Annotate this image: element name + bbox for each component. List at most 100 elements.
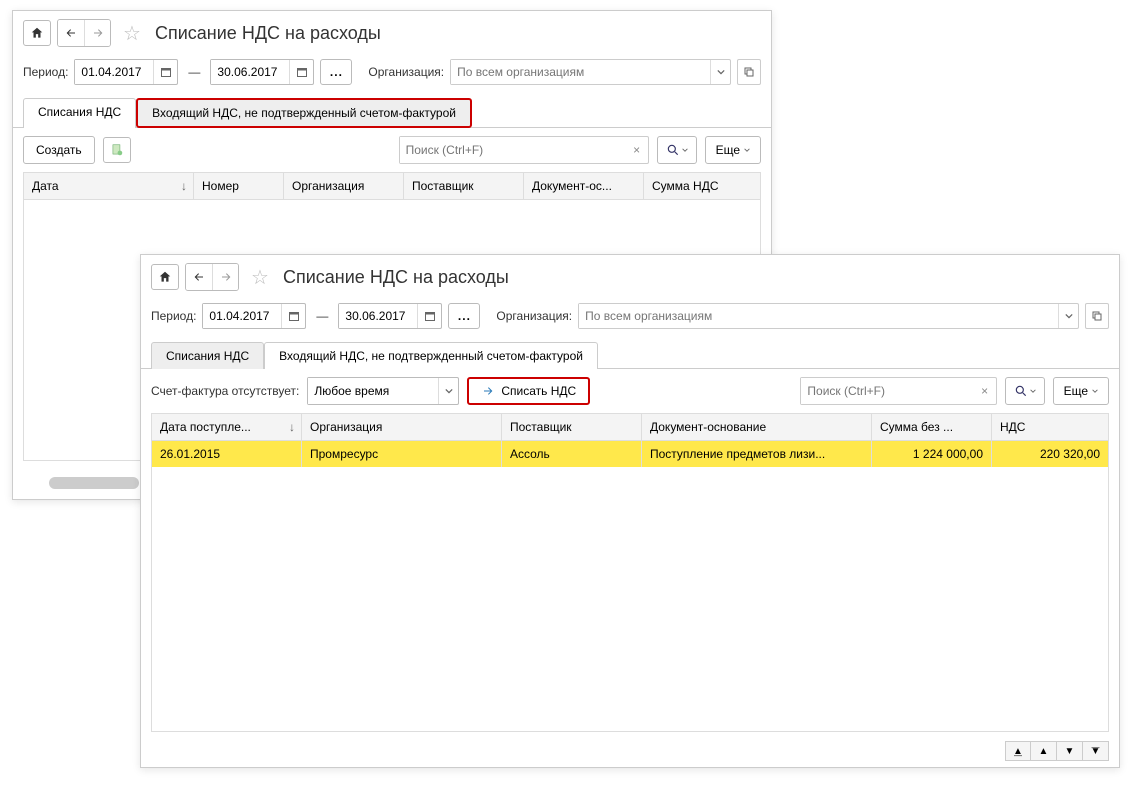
col-vat[interactable]: Сумма НДС xyxy=(644,173,760,199)
calendar-button[interactable] xyxy=(153,60,177,84)
scroll-first-button[interactable]: ▲— xyxy=(1005,741,1031,761)
sf-select[interactable] xyxy=(307,377,459,405)
tab-writeoffs[interactable]: Списания НДС xyxy=(151,342,264,369)
h-scrollbar[interactable] xyxy=(49,477,131,489)
calendar-icon xyxy=(424,310,436,322)
col-supplier[interactable]: Поставщик xyxy=(404,173,524,199)
scroll-thumb[interactable] xyxy=(49,477,139,489)
search-box[interactable]: × xyxy=(399,136,649,164)
period-label: Период: xyxy=(151,309,196,323)
arrow-left-icon xyxy=(64,27,78,39)
search-clear-button[interactable]: × xyxy=(974,384,996,398)
search-box[interactable]: × xyxy=(800,377,996,405)
org-dropdown-button[interactable] xyxy=(1058,304,1078,328)
calendar-button[interactable] xyxy=(281,304,305,328)
org-dropdown-button[interactable] xyxy=(710,60,730,84)
col-org[interactable]: Организация xyxy=(302,414,502,440)
period-more-button[interactable]: ... xyxy=(320,59,352,85)
calendar-icon xyxy=(288,310,300,322)
table-header-row: Дата↓ Номер Организация Поставщик Докуме… xyxy=(24,173,760,200)
nav-back-button[interactable] xyxy=(186,264,212,290)
find-button[interactable] xyxy=(1005,377,1045,405)
home-button[interactable] xyxy=(151,264,179,290)
chevron-down-icon xyxy=(682,147,688,153)
col-basis[interactable]: Документ-ос... xyxy=(524,173,644,199)
tabs-row: Списания НДС Входящий НДС, не подтвержде… xyxy=(141,333,1119,368)
scroll-last-button[interactable]: ▼— xyxy=(1083,741,1109,761)
external-icon xyxy=(1091,310,1103,322)
date-from-field[interactable] xyxy=(203,304,281,328)
cell-supplier: Ассоль xyxy=(502,441,642,467)
col-date[interactable]: Дата поступле...↓ xyxy=(152,414,302,440)
chevron-down-icon xyxy=(1065,312,1073,320)
chevron-down-icon xyxy=(1030,388,1036,394)
external-icon xyxy=(743,66,755,78)
sf-dropdown-button[interactable] xyxy=(438,378,458,404)
col-org[interactable]: Организация xyxy=(284,173,404,199)
filter-row: Период: — ... Организация: xyxy=(141,299,1119,333)
col-supplier[interactable]: Поставщик xyxy=(502,414,642,440)
calendar-button[interactable] xyxy=(417,304,441,328)
arrow-left-icon xyxy=(192,271,206,283)
more-menu-button[interactable]: Еще xyxy=(705,136,761,164)
org-open-button[interactable] xyxy=(1085,303,1109,329)
date-from-input[interactable] xyxy=(202,303,306,329)
favorite-star-button[interactable]: ☆ xyxy=(249,266,271,288)
date-from-input[interactable] xyxy=(74,59,178,85)
copy-button[interactable] xyxy=(103,137,131,163)
create-button[interactable]: Создать xyxy=(23,136,95,164)
search-clear-button[interactable]: × xyxy=(626,143,648,157)
search-input[interactable] xyxy=(801,378,973,404)
find-button[interactable] xyxy=(657,136,697,164)
org-field[interactable] xyxy=(579,304,1058,328)
toolbar: Счет-фактура отсутствует: Списать НДС × … xyxy=(141,368,1119,413)
org-label: Организация: xyxy=(368,65,444,79)
nav-back-button[interactable] xyxy=(58,20,84,46)
org-select[interactable] xyxy=(578,303,1079,329)
calendar-icon xyxy=(160,66,172,78)
date-to-field[interactable] xyxy=(211,60,289,84)
date-to-input[interactable] xyxy=(338,303,442,329)
page-title: Списание НДС на расходы xyxy=(283,267,509,288)
period-more-button[interactable]: ... xyxy=(448,303,480,329)
more-menu-button[interactable]: Еще xyxy=(1053,377,1109,405)
home-button[interactable] xyxy=(23,20,51,46)
col-basis[interactable]: Документ-основание xyxy=(642,414,872,440)
org-open-button[interactable] xyxy=(737,59,761,85)
chevron-down-icon xyxy=(1092,388,1098,394)
scroll-up-button[interactable]: ▲ xyxy=(1031,741,1057,761)
search-input[interactable] xyxy=(400,137,626,163)
cell-vat: 220 320,00 xyxy=(992,441,1108,467)
write-off-vat-button[interactable]: Списать НДС xyxy=(467,377,590,405)
favorite-star-button[interactable]: ☆ xyxy=(121,22,143,44)
nav-forward-button xyxy=(212,264,238,290)
col-sum-excl[interactable]: Сумма без ... xyxy=(872,414,992,440)
date-to-input[interactable] xyxy=(210,59,314,85)
date-dash: — xyxy=(188,65,200,79)
calendar-button[interactable] xyxy=(289,60,313,84)
sort-arrow-icon: ↓ xyxy=(181,179,187,193)
more-menu-label: Еще xyxy=(716,143,740,157)
org-select[interactable] xyxy=(450,59,731,85)
table-row[interactable]: 26.01.2015 Промресурс Ассоль Поступление… xyxy=(152,441,1108,467)
org-field[interactable] xyxy=(451,60,710,84)
date-to-field[interactable] xyxy=(339,304,417,328)
col-vat[interactable]: НДС xyxy=(992,414,1108,440)
search-icon xyxy=(666,143,680,157)
tab-incoming-vat[interactable]: Входящий НДС, не подтвержденный счетом-ф… xyxy=(136,98,472,128)
home-icon xyxy=(158,270,172,284)
col-number[interactable]: Номер xyxy=(194,173,284,199)
filter-row: Период: — ... Организация: xyxy=(13,55,771,89)
tab-writeoffs[interactable]: Списания НДС xyxy=(23,98,136,128)
toolbar: Создать × Еще xyxy=(13,127,771,172)
tabs-row: Списания НДС Входящий НДС, не подтвержде… xyxy=(13,89,771,127)
chevron-down-icon xyxy=(744,147,750,153)
sf-select-field[interactable] xyxy=(308,378,438,404)
col-date[interactable]: Дата↓ xyxy=(24,173,194,199)
tab-incoming-vat[interactable]: Входящий НДС, не подтвержденный счетом-ф… xyxy=(264,342,598,369)
cell-org: Промресурс xyxy=(302,441,502,467)
period-label: Период: xyxy=(23,65,68,79)
scroll-down-button[interactable]: ▼ xyxy=(1057,741,1083,761)
table: Дата поступле...↓ Организация Поставщик … xyxy=(151,413,1109,732)
date-from-field[interactable] xyxy=(75,60,153,84)
